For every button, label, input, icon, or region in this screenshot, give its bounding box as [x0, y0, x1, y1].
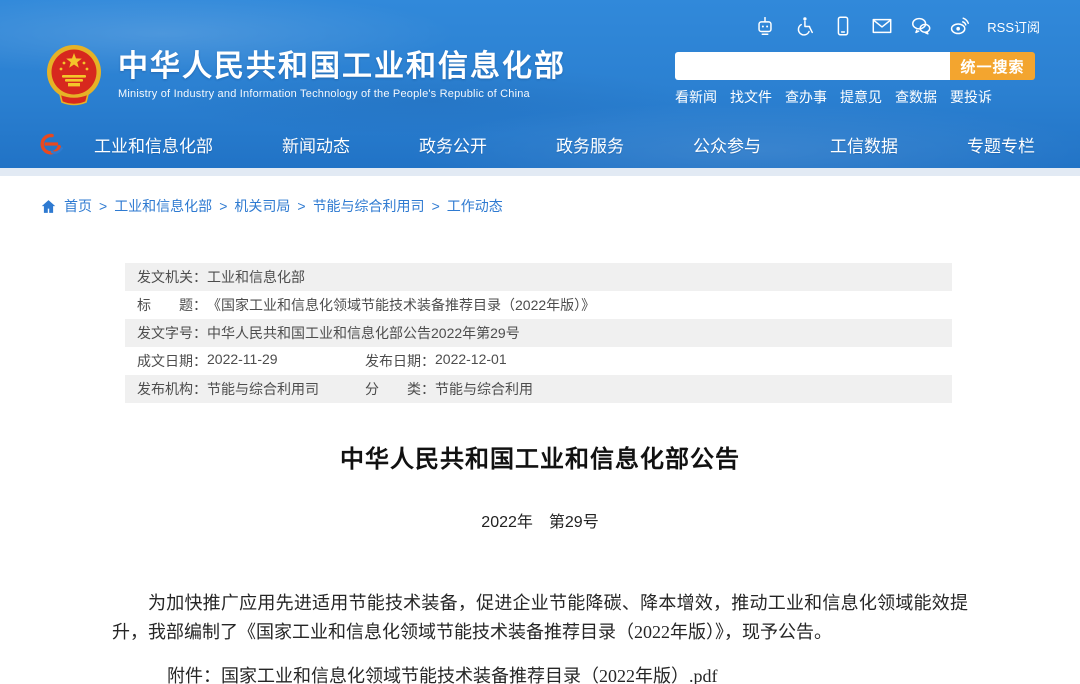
- quick-link-data[interactable]: 查数据: [895, 87, 937, 107]
- quick-link-suggest[interactable]: 提意见: [840, 87, 882, 107]
- page: RSS订阅 中华人民共和国工业和信息化部 Ministry of Industr…: [0, 0, 1080, 684]
- meta-row-issuing-agency: 发文机关：工业和信息化部: [125, 263, 952, 291]
- accessibility-icon[interactable]: [792, 14, 816, 38]
- rss-subscribe-link[interactable]: RSS订阅: [987, 17, 1040, 36]
- meta-label: 分 类：: [365, 379, 435, 399]
- robot-mascot-icon[interactable]: [753, 14, 777, 38]
- brand-text: 中华人民共和国工业和信息化部 Ministry of Industry and …: [118, 50, 566, 100]
- meta-label: 发布机构：: [137, 379, 207, 399]
- meta-label: 标 题：: [137, 295, 207, 315]
- nav-item-industry-data[interactable]: 工信数据: [830, 132, 898, 157]
- document-body: 为加快推广应用先进适用节能技术装备，促进企业节能降碳、降本增效，推动工业和信息化…: [112, 589, 968, 684]
- meta-row-doc-number: 发文字号：中华人民共和国工业和信息化部公告2022年第29号: [125, 319, 952, 347]
- meta-value: 2022-12-01: [435, 351, 507, 371]
- document-issue-number: 2022年 第29号: [0, 508, 1080, 532]
- mobile-icon[interactable]: [831, 14, 855, 38]
- meta-label: 发布日期：: [365, 351, 435, 371]
- quick-link-news[interactable]: 看新闻: [675, 87, 717, 107]
- national-emblem-icon: [42, 42, 106, 108]
- attachment-link[interactable]: 附件：国家工业和信息化领域节能技术装备推荐目录（2022年版）.pdf: [112, 664, 968, 684]
- article-main: 发文机关：工业和信息化部 标 题：《国家工业和信息化领域节能技术装备推荐目录（2…: [0, 263, 1080, 684]
- meta-label: 成文日期：: [137, 351, 207, 371]
- meta-row-dates: 成文日期：2022-11-29 发布日期：2022-12-01: [125, 347, 952, 375]
- meta-value: 中华人民共和国工业和信息化部公告2022年第29号: [207, 323, 520, 343]
- site-header: RSS订阅 中华人民共和国工业和信息化部 Ministry of Industr…: [0, 0, 1080, 168]
- brand: 中华人民共和国工业和信息化部 Ministry of Industry and …: [42, 42, 566, 108]
- search-input[interactable]: [675, 52, 950, 80]
- quick-link-services[interactable]: 查办事: [785, 87, 827, 107]
- breadcrumb-departments[interactable]: 机关司局: [234, 196, 290, 216]
- meta-value: 2022-11-29: [207, 351, 278, 371]
- document-title: 中华人民共和国工业和信息化部公告: [0, 439, 1080, 474]
- nav-item-gov-disclosure[interactable]: 政务公开: [419, 132, 487, 157]
- nav-item-miit[interactable]: 工业和信息化部: [94, 132, 213, 157]
- meta-value: 节能与综合利用: [435, 379, 533, 399]
- meta-value: 工业和信息化部: [207, 267, 305, 287]
- nav-item-gov-services[interactable]: 政务服务: [556, 132, 624, 157]
- site-title: 中华人民共和国工业和信息化部: [118, 50, 566, 84]
- quick-links: 看新闻 找文件 查办事 提意见 查数据 要投诉: [675, 87, 1035, 107]
- breadcrumb: 首页 > 工业和信息化部 > 机关司局 > 节能与综合利用司 > 工作动态: [40, 197, 1080, 215]
- miit-e-logo-icon: [38, 131, 64, 157]
- home-icon[interactable]: [40, 198, 57, 215]
- nav-item-public-participation[interactable]: 公众参与: [693, 132, 761, 157]
- document-meta-table: 发文机关：工业和信息化部 标 题：《国家工业和信息化领域节能技术装备推荐目录（2…: [125, 263, 952, 403]
- nav-items: 工业和信息化部 新闻动态 政务公开 政务服务 公众参与 工信数据 专题专栏: [94, 132, 1035, 157]
- header-divider-strip: [0, 168, 1080, 176]
- meta-value: 节能与综合利用司: [207, 379, 319, 399]
- utility-bar: RSS订阅: [753, 14, 1040, 38]
- quick-link-files[interactable]: 找文件: [730, 87, 772, 107]
- breadcrumb-separator: >: [99, 198, 107, 214]
- weibo-icon[interactable]: [948, 14, 972, 38]
- breadcrumb-separator: >: [432, 198, 440, 214]
- main-nav: 工业和信息化部 新闻动态 政务公开 政务服务 公众参与 工信数据 专题专栏: [0, 120, 1080, 168]
- unified-search-button[interactable]: 统一搜索: [950, 52, 1035, 80]
- nav-item-special-topics[interactable]: 专题专栏: [967, 132, 1035, 157]
- meta-row-publisher-category: 发布机构：节能与综合利用司 分 类：节能与综合利用: [125, 375, 952, 403]
- meta-value: 《国家工业和信息化领域节能技术装备推荐目录（2022年版）》: [207, 295, 595, 315]
- breadcrumb-miit[interactable]: 工业和信息化部: [114, 196, 212, 216]
- site-subtitle-en: Ministry of Industry and Information Tec…: [118, 88, 566, 100]
- breadcrumb-home[interactable]: 首页: [64, 196, 92, 216]
- mail-icon[interactable]: [870, 14, 894, 38]
- breadcrumb-separator: >: [297, 198, 305, 214]
- document-paragraph: 为加快推广应用先进适用节能技术装备，促进企业节能降碳、降本增效，推动工业和信息化…: [112, 589, 968, 647]
- breadcrumb-energy-dept[interactable]: 节能与综合利用司: [313, 196, 425, 216]
- search-area: 统一搜索 看新闻 找文件 查办事 提意见 查数据 要投诉: [675, 52, 1035, 107]
- meta-label: 发文字号：: [137, 323, 207, 343]
- breadcrumb-work-updates[interactable]: 工作动态: [447, 196, 503, 216]
- nav-item-news[interactable]: 新闻动态: [282, 132, 350, 157]
- quick-link-complaint[interactable]: 要投诉: [950, 87, 992, 107]
- meta-row-title: 标 题：《国家工业和信息化领域节能技术装备推荐目录（2022年版）》: [125, 291, 952, 319]
- wechat-icon[interactable]: [909, 14, 933, 38]
- meta-label: 发文机关：: [137, 267, 207, 287]
- breadcrumb-separator: >: [219, 198, 227, 214]
